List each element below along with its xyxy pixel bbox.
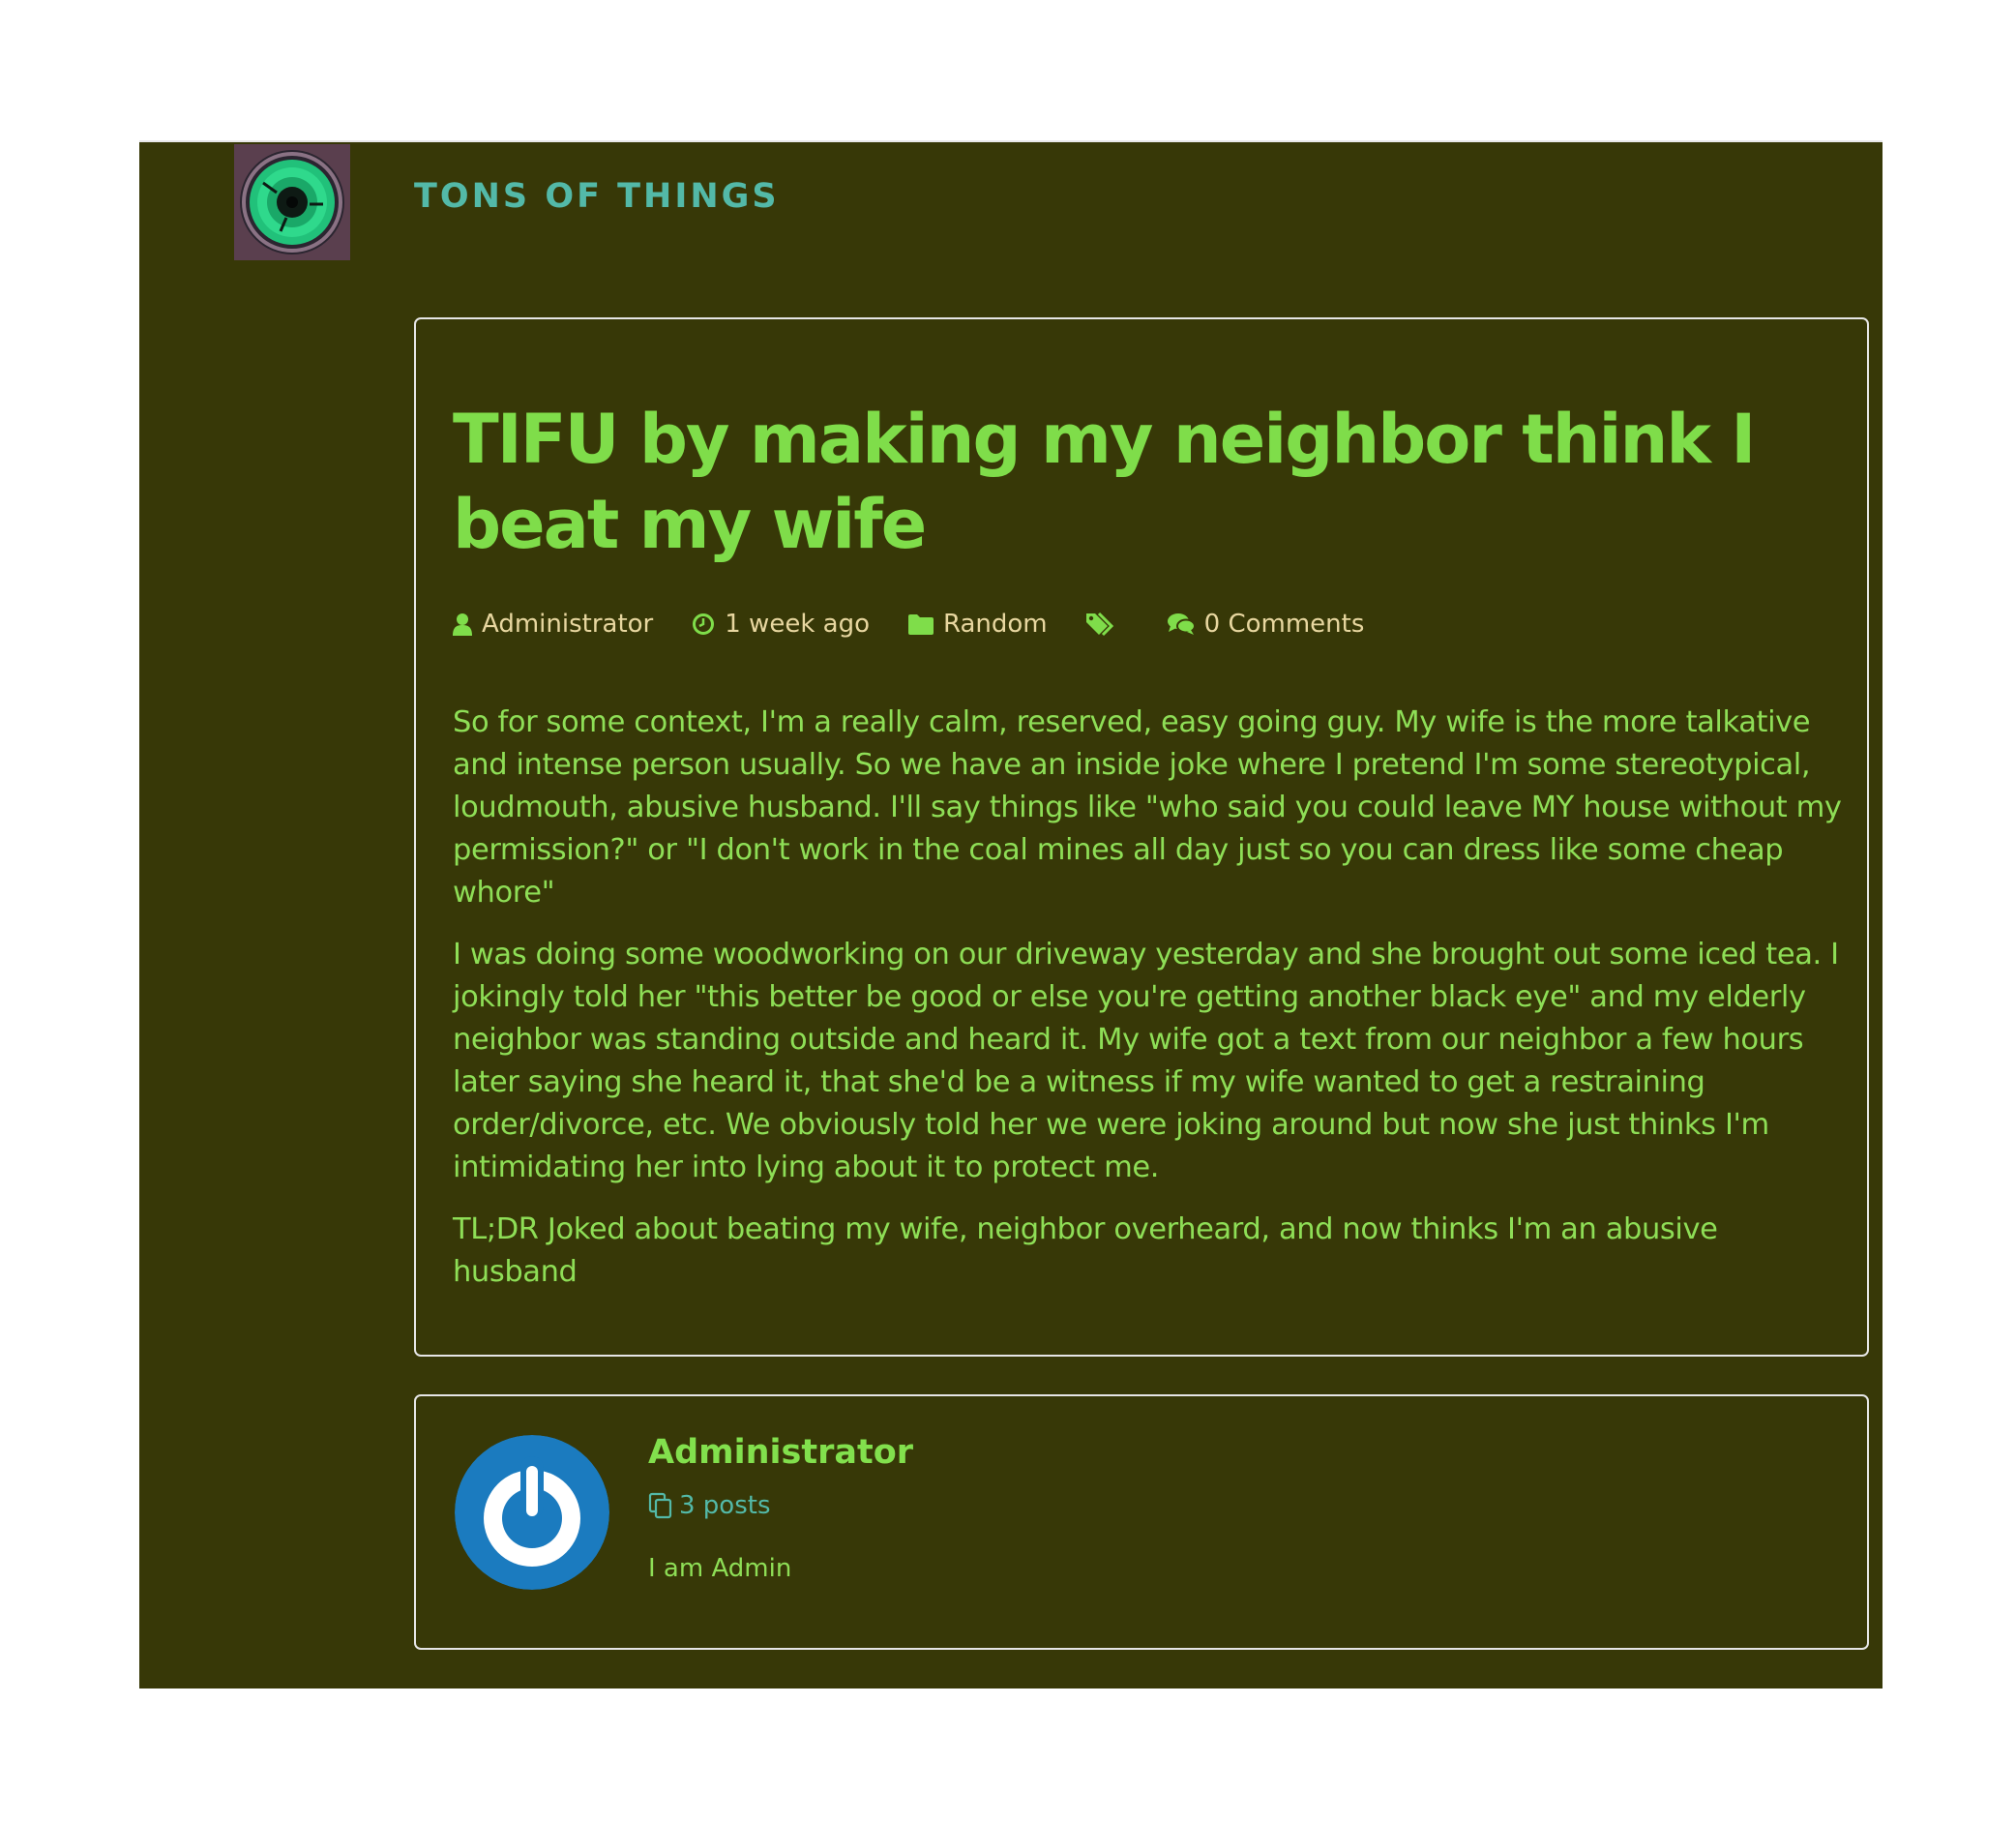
meta-comments: 0 Comments — [1203, 610, 1365, 639]
power-icon — [455, 1435, 609, 1590]
meta-category: Random — [942, 610, 1048, 639]
author-avatar[interactable] — [455, 1435, 609, 1590]
meta-category-link[interactable]: Random — [907, 610, 1048, 639]
meta-tags — [1085, 612, 1125, 637]
site-logo[interactable] — [234, 144, 350, 260]
post-paragraph: I was doing some woodworking on our driv… — [453, 938, 1839, 1184]
author-post-count: 3 posts — [679, 1491, 771, 1520]
article-card: TIFU by making my neighbor think I beat … — [414, 317, 1869, 1357]
post-title: TIFU by making my neighbor think I beat … — [453, 400, 1756, 564]
clock-icon — [693, 613, 715, 635]
tags-icon — [1085, 612, 1113, 637]
meta-date-text: 1 week ago — [725, 610, 870, 639]
meta-date: 1 week ago — [692, 610, 870, 639]
meta-comments-link[interactable]: 0 Comments — [1167, 610, 1365, 639]
post-body: So for some context, I'm a really calm, … — [453, 702, 1846, 1313]
user-icon — [453, 613, 472, 636]
post-paragraph: TL;DR Joked about beating my wife, neigh… — [453, 1212, 1718, 1289]
folder-icon — [907, 614, 934, 635]
site-title[interactable]: TONS OF THINGS — [414, 177, 780, 216]
author-posts-link[interactable]: 3 posts — [648, 1491, 771, 1520]
author-card: Administrator 3 posts I am Admin — [414, 1394, 1869, 1650]
vinyl-disc-logo-icon — [234, 144, 350, 260]
author-name[interactable]: Administrator — [648, 1433, 913, 1472]
copy-icon — [648, 1492, 672, 1519]
meta-author: Administrator — [482, 610, 654, 639]
post-meta: Administrator 1 week ago Random 0 Commen… — [453, 610, 1403, 639]
site-container: TONS OF THINGS TIFU by making my neighbo… — [139, 140, 1883, 1689]
author-bio: I am Admin — [648, 1554, 792, 1583]
meta-author-link[interactable]: Administrator — [453, 610, 653, 639]
post-paragraph: So for some context, I'm a really calm, … — [453, 705, 1842, 910]
comments-icon — [1167, 613, 1195, 635]
